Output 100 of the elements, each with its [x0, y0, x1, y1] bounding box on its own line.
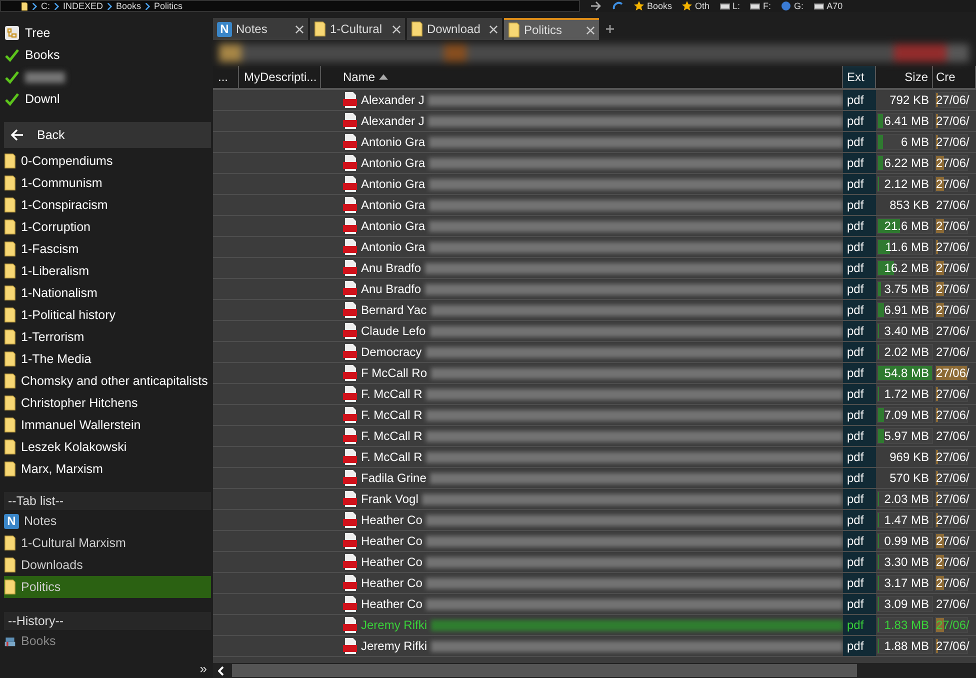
table-cell: 21.6 MB: [884, 219, 929, 233]
table-cell: pdf: [843, 489, 876, 509]
file-name[interactable]: Claude Lefo: [361, 324, 426, 338]
scrollbar-thumb[interactable]: [232, 664, 857, 677]
folder-item[interactable]: Leszek Kolakowski: [4, 436, 211, 458]
back-button[interactable]: Back: [4, 122, 211, 148]
folder-item[interactable]: Immanuel Wallerstein: [4, 414, 211, 436]
file-name[interactable]: Fadila Grine: [361, 471, 426, 485]
folder-item[interactable]: 1-Nationalism: [4, 282, 211, 304]
folder-item[interactable]: 1-Corruption: [4, 216, 211, 238]
file-name[interactable]: Anu Bradfo: [361, 282, 422, 296]
folder-item[interactable]: 1-Terrorism: [4, 326, 211, 348]
file-name[interactable]: F. McCall R: [361, 450, 422, 464]
close-icon[interactable]: [586, 26, 595, 34]
file-name[interactable]: Jeremy Rifki: [361, 639, 428, 653]
tab[interactable]: 1-Cultural: [310, 18, 405, 40]
pdf-file-icon: [343, 113, 357, 129]
column-header[interactable]: ...: [213, 66, 239, 88]
toolbar-shortcut[interactable]: Oth: [682, 1, 710, 11]
table-cell: 27/06/: [936, 555, 970, 569]
folder-icon: [4, 557, 16, 573]
file-name[interactable]: Heather Co: [361, 513, 422, 527]
file-name[interactable]: Antonio Gra: [361, 240, 426, 254]
pdf-file-icon: [343, 218, 357, 234]
folder-item[interactable]: 1-The Media: [4, 348, 211, 370]
folder-item[interactable]: 1-Liberalism: [4, 260, 211, 282]
breadcrumb-item[interactable]: Politics: [154, 1, 183, 11]
drive-icon: [814, 1, 824, 11]
column-header[interactable]: Ext: [843, 66, 876, 88]
folder-icon: [4, 307, 16, 323]
file-name[interactable]: Heather Co: [361, 576, 422, 590]
tab[interactable]: Politics: [504, 18, 599, 40]
column-header[interactable]: MyDescripti...: [239, 66, 321, 88]
toolbar-shortcut[interactable]: A70: [814, 1, 843, 11]
toolbar-shortcut[interactable]: L:: [720, 1, 740, 11]
table-cell: 27/06/: [936, 303, 970, 317]
folder-item[interactable]: 1-Political history: [4, 304, 211, 326]
folder-item[interactable]: 0-Compendiums: [4, 150, 211, 172]
folder-icon: [4, 373, 16, 389]
folder-icon: [4, 461, 16, 477]
breadcrumb-item[interactable]: INDEXED: [63, 1, 104, 11]
file-name[interactable]: Bernard Yac: [361, 303, 427, 317]
tab-list-item[interactable]: Downloads: [4, 554, 211, 576]
forward-arrow-icon[interactable]: [590, 1, 602, 11]
pdf-file-icon: [343, 365, 357, 381]
file-name[interactable]: Heather Co: [361, 597, 422, 611]
pdf-file-icon: [343, 512, 357, 528]
new-tab-icon[interactable]: [605, 24, 615, 34]
folder-icon: [4, 175, 16, 191]
tab[interactable]: Download: [407, 18, 502, 40]
close-icon[interactable]: [489, 24, 498, 34]
file-name[interactable]: Antonio Gra: [361, 135, 426, 149]
file-name[interactable]: Heather Co: [361, 534, 422, 548]
favorite-item[interactable]: Books: [4, 44, 211, 66]
file-name[interactable]: Frank Vogl: [361, 492, 418, 506]
file-name[interactable]: Antonio Gra: [361, 156, 426, 170]
table-cell: 3.75 MB: [884, 282, 929, 296]
close-icon[interactable]: [392, 24, 401, 34]
file-name[interactable]: Jeremy Rifki: [361, 618, 428, 632]
toolbar-shortcut[interactable]: Books: [634, 1, 672, 11]
file-name[interactable]: Antonio Gra: [361, 177, 426, 191]
file-name[interactable]: Anu Bradfo: [361, 261, 422, 275]
toolbar-shortcut[interactable]: G:: [781, 1, 804, 11]
file-name[interactable]: Democracy: [361, 345, 422, 359]
tree-toggle[interactable]: Tree: [4, 22, 211, 44]
file-name[interactable]: Antonio Gra: [361, 198, 426, 212]
file-name[interactable]: Alexander J: [361, 93, 424, 107]
address-bar[interactable]: C: INDEXED Books Politics: [0, 0, 580, 12]
expand-button[interactable]: »: [196, 661, 211, 678]
chevron-icon: [54, 2, 59, 10]
tab[interactable]: N Notes: [213, 18, 308, 40]
column-header[interactable]: Cre: [933, 66, 976, 88]
tab-list-item[interactable]: Politics: [4, 576, 211, 598]
folder-item[interactable]: 1-Conspiracism: [4, 194, 211, 216]
table-cell: 27/06/: [936, 618, 970, 632]
file-name[interactable]: Antonio Gra: [361, 219, 426, 233]
folder-item[interactable]: 1-Fascism: [4, 238, 211, 260]
tab-list-item[interactable]: N Notes: [4, 510, 211, 532]
file-name[interactable]: F. McCall R: [361, 429, 422, 443]
tab-list-item[interactable]: 1-Cultural Marxism: [4, 532, 211, 554]
table-cell: 3.09 MB: [884, 597, 929, 611]
file-name[interactable]: F. McCall R: [361, 387, 422, 401]
file-name[interactable]: Heather Co: [361, 555, 422, 569]
folder-item[interactable]: Chomsky and other anticapitalists: [4, 370, 211, 392]
breadcrumb-item[interactable]: C:: [41, 1, 50, 11]
file-name[interactable]: F. McCall R: [361, 408, 422, 422]
folder-icon: [4, 439, 16, 455]
file-name[interactable]: F McCall Ro: [361, 366, 428, 380]
breadcrumb-item[interactable]: Books: [116, 1, 142, 11]
folder-item[interactable]: Christopher Hitchens: [4, 392, 211, 414]
favorite-item[interactable]: Downl: [4, 88, 211, 110]
folder-item[interactable]: Marx, Marxism: [4, 458, 211, 480]
refresh-icon[interactable]: [612, 1, 624, 11]
toolbar-shortcut[interactable]: F:: [750, 1, 772, 11]
file-name[interactable]: Alexander J: [361, 114, 424, 128]
column-header[interactable]: Size: [876, 66, 933, 88]
folder-item[interactable]: 1-Communism: [4, 172, 211, 194]
table-cell: pdf: [843, 447, 876, 467]
scroll-left-icon[interactable]: [218, 666, 224, 676]
close-icon[interactable]: [295, 24, 304, 34]
